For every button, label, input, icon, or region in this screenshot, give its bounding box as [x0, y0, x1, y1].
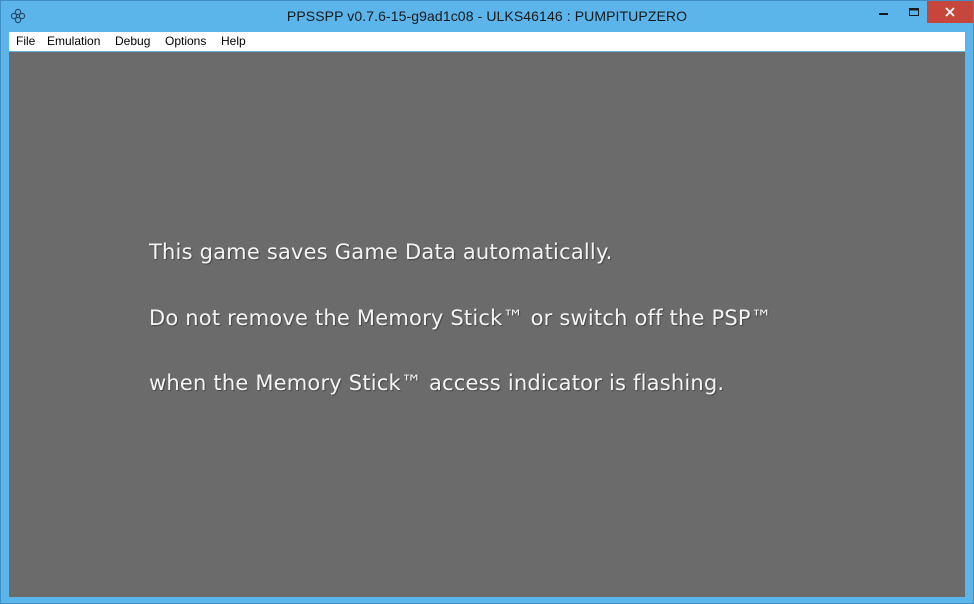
minimize-icon: [879, 13, 888, 15]
minimize-button[interactable]: [867, 1, 901, 23]
autosave-notice-line-1: This game saves Game Data automatically.: [149, 240, 613, 264]
menu-file[interactable]: File: [16, 34, 35, 49]
maximize-button[interactable]: [901, 1, 927, 23]
menu-bar: File Emulation Debug Options Help: [9, 32, 965, 51]
menu-help[interactable]: Help: [221, 34, 246, 49]
menu-debug[interactable]: Debug: [115, 34, 150, 49]
close-icon: [945, 7, 955, 17]
autosave-notice-line-2: Do not remove the Memory Stick™ or switc…: [149, 306, 772, 330]
maximize-icon: [909, 8, 919, 16]
window-title: PPSSPP v0.7.6-15-g9ad1c08 - ULKS46146 : …: [286, 8, 688, 24]
game-display[interactable]: This game saves Game Data automatically.…: [9, 52, 965, 597]
app-window: PPSSPP v0.7.6-15-g9ad1c08 - ULKS46146 : …: [0, 0, 974, 604]
autosave-notice-line-3: when the Memory Stick™ access indicator …: [149, 371, 725, 395]
close-button[interactable]: [927, 1, 973, 23]
title-bar[interactable]: PPSSPP v0.7.6-15-g9ad1c08 - ULKS46146 : …: [1, 1, 973, 31]
menu-options[interactable]: Options: [165, 34, 206, 49]
menu-emulation[interactable]: Emulation: [47, 34, 100, 49]
